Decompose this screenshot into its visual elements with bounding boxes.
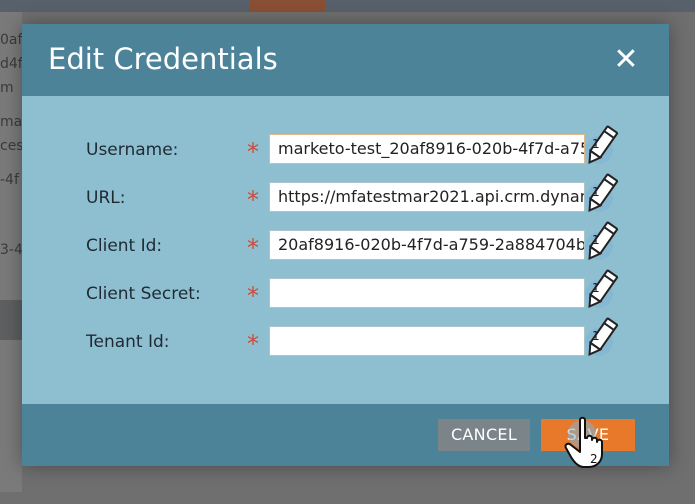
required-asterisk: * xyxy=(247,186,259,214)
step-number: 2 xyxy=(590,452,598,466)
background-text: d4f xyxy=(0,56,23,72)
client-secret-field[interactable] xyxy=(269,278,585,308)
dialog-body: Username: * marketo-test_20af8916-020b-4… xyxy=(22,96,669,404)
tenant-id-field[interactable] xyxy=(269,326,585,356)
background-text: m xyxy=(0,80,14,96)
background-text: ma xyxy=(0,114,23,130)
step-number: 1 xyxy=(592,185,600,199)
client-id-row: Client Id: * 20af8916-020b-4f7d-a759-2a8… xyxy=(22,221,669,264)
client-secret-row: Client Secret: * 1 xyxy=(22,269,669,312)
pencil-step-icon: 1 xyxy=(585,269,618,308)
background-text: -4f xyxy=(0,172,19,188)
background-topbar xyxy=(0,0,695,12)
client-id-label: Client Id: xyxy=(86,236,163,256)
close-button[interactable]: ✕ xyxy=(612,45,640,75)
background-text: ces xyxy=(0,138,24,154)
url-field[interactable]: https://mfatestmar2021.api.crm.dynamics.… xyxy=(269,182,585,212)
dialog-title: Edit Credentials xyxy=(48,42,278,76)
step-number: 1 xyxy=(592,281,600,295)
dialog-header: Edit Credentials ✕ xyxy=(22,24,669,96)
client-id-field[interactable]: 20af8916-020b-4f7d-a759-2a884704b xyxy=(269,230,585,260)
pencil-step-icon: 1 xyxy=(585,221,618,260)
username-label: Username: xyxy=(86,140,179,160)
pencil-step-icon: 1 xyxy=(585,317,618,356)
required-asterisk: * xyxy=(247,234,259,262)
step-number: 1 xyxy=(592,233,600,247)
required-asterisk: * xyxy=(247,282,259,310)
pencil-step-icon: 1 xyxy=(585,173,618,212)
client-secret-label: Client Secret: xyxy=(86,284,201,304)
step-number: 1 xyxy=(592,137,600,151)
background-orange-tab xyxy=(250,0,325,12)
step-number: 1 xyxy=(592,329,600,343)
close-icon: ✕ xyxy=(613,42,639,77)
edit-credentials-dialog: Edit Credentials ✕ Username: * marketo-t… xyxy=(22,24,669,466)
required-asterisk: * xyxy=(247,330,259,358)
url-row: URL: * https://mfatestmar2021.api.crm.dy… xyxy=(22,173,669,216)
username-field[interactable]: marketo-test_20af8916-020b-4f7d-a759 xyxy=(269,134,585,164)
url-label: URL: xyxy=(86,188,126,208)
background-text: 0af xyxy=(0,32,23,48)
pointer-hand-icon: 2 xyxy=(564,416,603,468)
required-asterisk: * xyxy=(247,138,259,166)
background-bar xyxy=(0,300,22,340)
pencil-step-icon: 1 xyxy=(585,125,618,164)
tenant-id-label: Tenant Id: xyxy=(86,332,170,352)
cancel-button[interactable]: CANCEL xyxy=(438,419,530,451)
tenant-id-row: Tenant Id: * 1 xyxy=(22,317,669,360)
username-row: Username: * marketo-test_20af8916-020b-4… xyxy=(22,125,669,168)
